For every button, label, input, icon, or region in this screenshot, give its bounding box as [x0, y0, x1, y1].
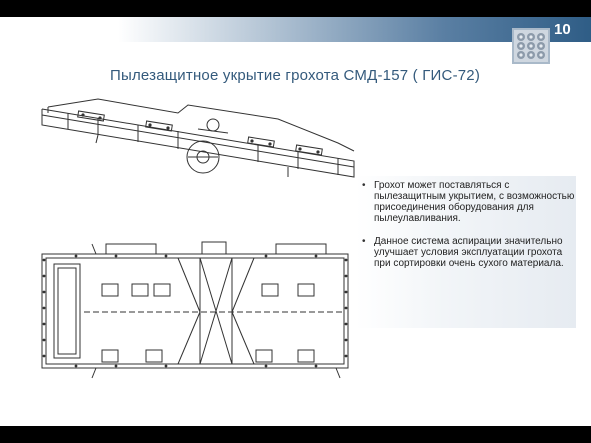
top-black-band [0, 0, 591, 17]
slide-title: Пылезащитное укрытие грохота СМД-157 ( Г… [110, 67, 481, 84]
bullet-item: • Грохот может поставляться с пылезащитн… [362, 180, 576, 224]
bullet-text: Грохот может поставляться с пылезащитным… [374, 180, 575, 224]
slide: 10 Пылезащитное укрытие грохота СМД-157 … [0, 0, 591, 443]
screen-side-view-drawing [41, 98, 355, 178]
bullet-marker: • [362, 180, 366, 191]
bottom-black-band [0, 426, 591, 443]
bullet-text: Данное система аспирации значительно улу… [374, 236, 564, 269]
bullet-marker: • [362, 236, 366, 247]
screen-plan-view-drawing [41, 241, 349, 379]
logo-icon [512, 28, 550, 64]
bullet-list: • Грохот может поставляться с пылезащитн… [362, 180, 576, 281]
header-bar [0, 17, 591, 42]
bullet-item: • Данное система аспирации значительно у… [362, 236, 576, 269]
page-number: 10 [554, 21, 571, 38]
